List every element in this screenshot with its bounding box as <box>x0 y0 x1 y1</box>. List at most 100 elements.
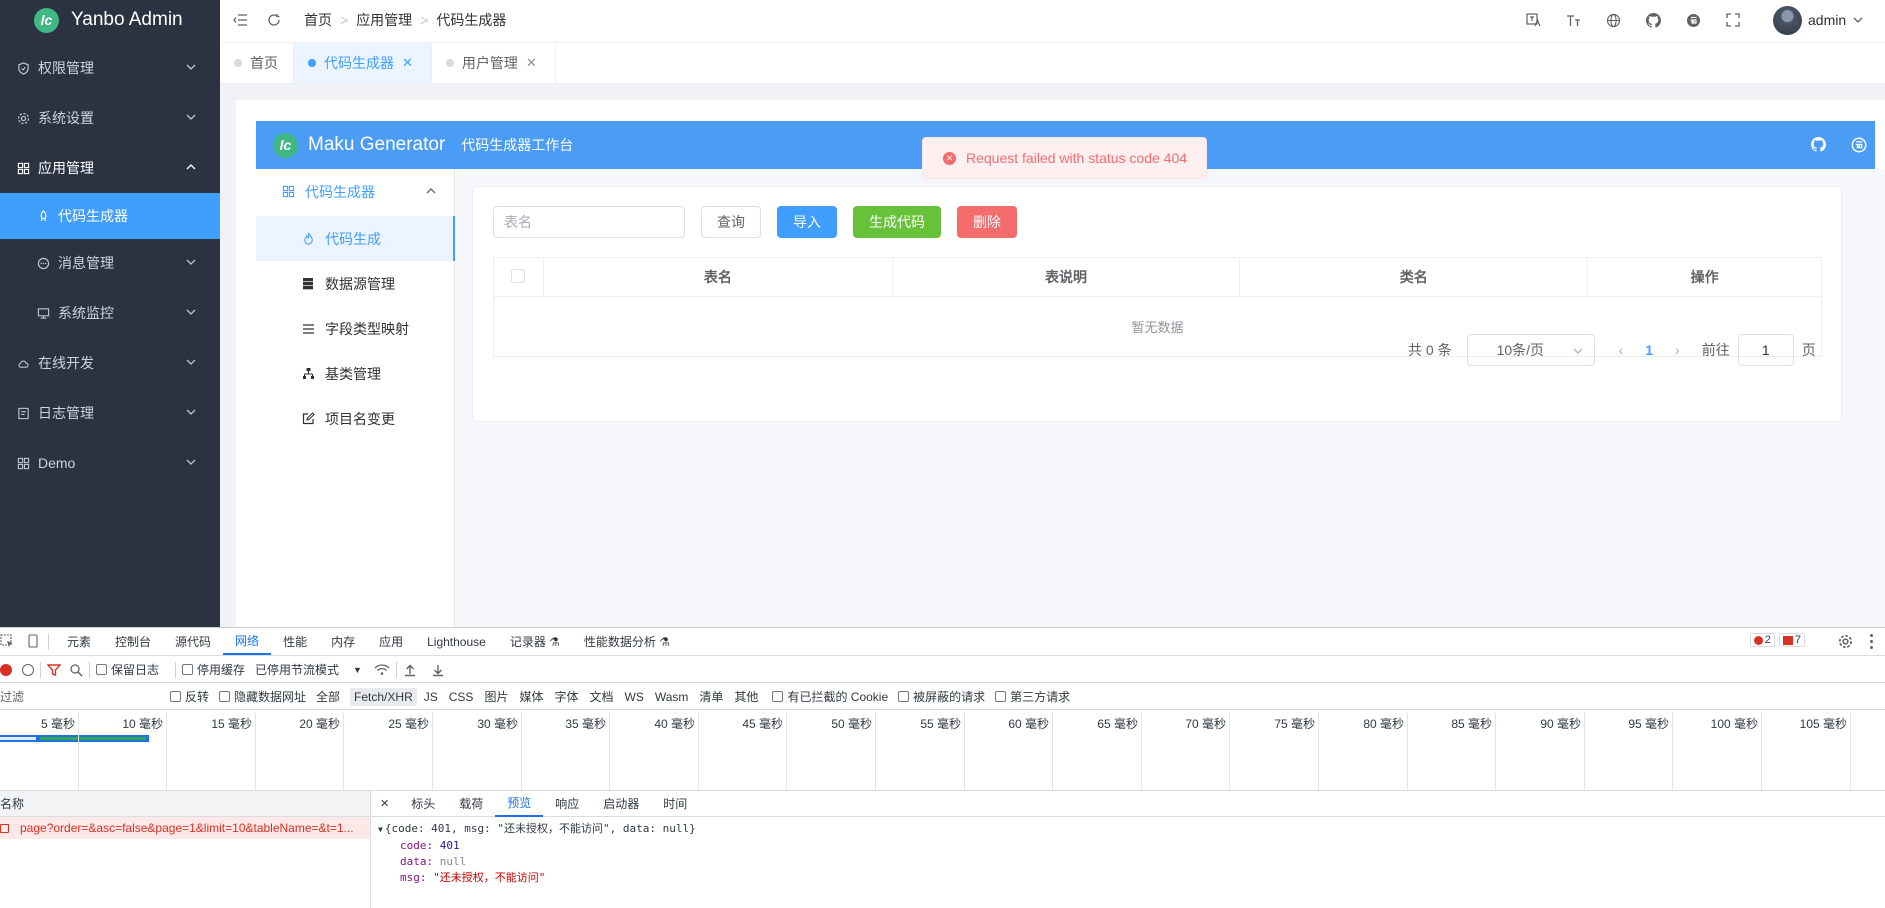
user-menu[interactable]: admin <box>1773 5 1864 35</box>
devtools-tab-network[interactable]: 网络 <box>223 629 272 655</box>
hide-data-urls-checkbox[interactable]: 隐藏数据网址 <box>219 688 306 705</box>
blocked-cookies-checkbox[interactable]: 有已拦截的 Cookie <box>772 688 888 705</box>
gitee-icon[interactable] <box>1685 12 1701 28</box>
app-logo[interactable]: lc Yanbo Admin <box>0 0 220 40</box>
close-icon[interactable]: ✕ <box>526 55 537 71</box>
checkbox[interactable] <box>772 691 784 702</box>
type-filter-doc[interactable]: 文档 <box>589 688 613 705</box>
detail-tab-response[interactable]: 响应 <box>543 791 591 817</box>
network-conditions-icon[interactable] <box>374 663 390 677</box>
network-timeline-overview[interactable]: 5 毫秒 10 毫秒 15 毫秒 20 毫秒 25 毫秒 30 毫秒 35 毫秒 40 毫秒 4… <box>0 711 1885 791</box>
tab-home[interactable]: 首页 <box>220 43 294 83</box>
invert-checkbox[interactable]: 反转 <box>170 688 209 705</box>
close-icon[interactable]: ✕ <box>380 797 389 810</box>
third-party-checkbox[interactable]: 第三方请求 <box>995 688 1070 705</box>
fullscreen-icon[interactable] <box>1725 12 1741 28</box>
devtools-tab-perf-insights[interactable]: 性能数据分析 ⚗ <box>572 629 682 655</box>
clear-icon[interactable] <box>22 663 34 676</box>
detail-tab-preview[interactable]: 预览 <box>495 791 544 817</box>
type-filter-font[interactable]: 字体 <box>554 688 578 705</box>
import-button[interactable]: 导入 <box>777 206 837 238</box>
sidebar-item-permissions[interactable]: 权限管理 <box>0 45 220 91</box>
close-icon[interactable]: ✕ <box>402 55 413 71</box>
goto-page-input[interactable]: 1 <box>1737 334 1794 366</box>
breadcrumb-home[interactable]: 首页 <box>304 10 332 30</box>
detail-tab-payload[interactable]: 载荷 <box>447 791 495 817</box>
throttle-select[interactable]: 已停用节流模式 ▼ <box>255 661 362 678</box>
sidebar-item-monitoring[interactable]: 系统监控 <box>0 290 220 336</box>
generate-code-button[interactable]: 生成代码 <box>853 206 941 238</box>
blocked-requests-checkbox[interactable]: 被屏蔽的请求 <box>898 688 985 705</box>
checkbox[interactable] <box>511 268 526 283</box>
detail-tab-timing[interactable]: 时间 <box>651 791 699 817</box>
sidebar-item-messages[interactable]: 消息管理 <box>0 240 220 286</box>
select-all-checkbox-cell[interactable] <box>493 257 544 297</box>
checkbox[interactable] <box>96 664 107 675</box>
type-filter-css[interactable]: CSS <box>449 690 474 704</box>
record-icon[interactable] <box>0 663 12 676</box>
checkbox[interactable] <box>995 691 1007 702</box>
prev-page-icon[interactable]: ‹ <box>1619 342 1624 358</box>
query-button[interactable]: 查询 <box>701 206 761 238</box>
filter-input[interactable]: 过滤 <box>0 688 158 706</box>
github-icon[interactable] <box>1645 12 1661 28</box>
devtools-tab-elements[interactable]: 元素 <box>55 629 103 655</box>
generator-menu-datasource[interactable]: 数据源管理 <box>256 261 455 306</box>
device-toggle-icon[interactable] <box>26 633 42 650</box>
sidebar-item-logs[interactable]: 日志管理 <box>0 390 220 436</box>
delete-button[interactable]: 删除 <box>957 206 1017 238</box>
settings-gear-icon[interactable] <box>1838 634 1853 649</box>
name-column-header[interactable]: 名称 <box>0 795 24 812</box>
type-filter-manifest[interactable]: 清单 <box>699 688 723 705</box>
detail-tab-initiator[interactable]: 启动器 <box>591 791 651 817</box>
refresh-icon[interactable] <box>266 12 282 28</box>
generator-menu-code-gen[interactable]: 代码生成 <box>256 216 455 261</box>
checkbox[interactable] <box>170 691 181 702</box>
devtools-tab-memory[interactable]: 内存 <box>319 629 367 655</box>
sidebar-item-app-management[interactable]: 应用管理 <box>0 145 220 191</box>
import-har-icon[interactable] <box>403 663 417 677</box>
translate-icon[interactable] <box>1525 12 1541 28</box>
devtools-tab-sources[interactable]: 源代码 <box>163 629 223 655</box>
tab-user-management[interactable]: 用户管理 ✕ <box>432 43 556 83</box>
checkbox[interactable] <box>898 691 910 702</box>
type-filter-img[interactable]: 图片 <box>484 688 508 705</box>
generator-menu-field-mapping[interactable]: 字段类型映射 <box>256 306 455 351</box>
type-filter-all[interactable]: 全部 <box>316 688 340 705</box>
preview-summary[interactable]: ▼ {code: 401, msg: "还未授权，不能访问", data: nul… <box>378 821 1885 838</box>
type-filter-fetch-xhr[interactable]: Fetch/XHR <box>350 687 417 706</box>
request-row[interactable]: page?order=&asc=false&page=1&limit=10&ta… <box>0 817 370 839</box>
globe-icon[interactable] <box>1605 12 1621 28</box>
devtools-tab-console[interactable]: 控制台 <box>103 629 163 655</box>
type-filter-js[interactable]: JS <box>424 690 438 704</box>
more-options-icon[interactable] <box>1869 634 1873 649</box>
page-size-select[interactable]: 10条/页 <box>1466 334 1595 366</box>
github-icon[interactable] <box>1811 137 1827 153</box>
table-name-input[interactable]: 表名 <box>493 206 685 238</box>
sidebar-item-system-settings[interactable]: 系统设置 <box>0 95 220 141</box>
gitee-icon[interactable] <box>1851 137 1867 153</box>
type-filter-media[interactable]: 媒体 <box>519 688 543 705</box>
export-har-icon[interactable] <box>431 663 445 677</box>
devtools-tab-performance[interactable]: 性能 <box>271 629 319 655</box>
sidebar-item-demo[interactable]: Demo <box>0 440 220 486</box>
preserve-log-checkbox[interactable]: 保留日志 <box>96 661 159 678</box>
collapse-menu-icon[interactable] <box>232 12 248 28</box>
inspect-icon[interactable] <box>0 633 16 650</box>
type-filter-ws[interactable]: WS <box>625 690 644 704</box>
page-number[interactable]: 1 <box>1645 342 1653 358</box>
tab-code-generator[interactable]: 代码生成器 ✕ <box>294 43 432 83</box>
devtools-tab-recorder[interactable]: 记录器 ⚗ <box>498 629 572 655</box>
issue-counters[interactable]: 2 7 <box>1749 633 1805 647</box>
sidebar-item-code-generator[interactable]: 代码生成器 <box>0 193 220 239</box>
generator-menu-project-rename[interactable]: 项目名变更 <box>256 396 455 441</box>
checkbox[interactable] <box>182 664 194 675</box>
generator-menu-base-class[interactable]: 基类管理 <box>256 351 455 396</box>
font-size-icon[interactable] <box>1565 12 1581 28</box>
devtools-tab-application[interactable]: 应用 <box>367 629 415 655</box>
checkbox[interactable] <box>219 691 231 702</box>
next-page-icon[interactable]: › <box>1675 342 1680 358</box>
generator-menu-group[interactable]: 代码生成器 <box>256 169 455 214</box>
detail-tab-headers[interactable]: 标头 <box>399 791 447 817</box>
breadcrumb-app-management[interactable]: 应用管理 <box>356 10 412 30</box>
